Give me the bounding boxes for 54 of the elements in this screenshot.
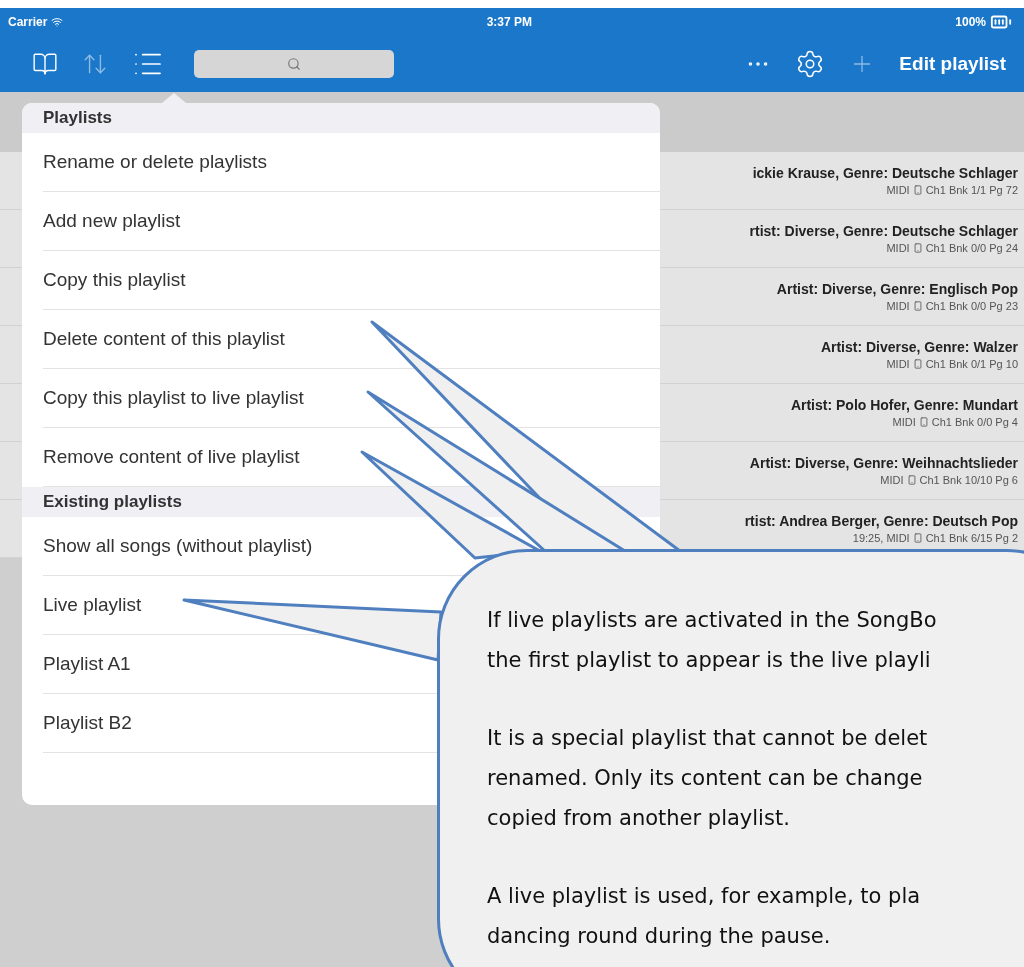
song-midi-label: Ch1 Bnk 0/0 Pg 23: [925, 300, 1018, 312]
song-time-label: MIDI: [886, 358, 910, 370]
song-midi-label: Ch1 Bnk 10/10 Pg 6: [919, 474, 1018, 486]
song-time-label: MIDI: [886, 300, 910, 312]
song-title: Artist: Diverse, Genre: Walzer: [820, 339, 1018, 355]
menu-item[interactable]: Rename or delete playlists: [43, 151, 267, 173]
search-icon: [287, 57, 301, 71]
song-time-label: MIDI: [880, 474, 904, 486]
song-midi-label: Ch1 Bnk 0/1 Pg 10: [925, 358, 1018, 370]
song-title: Artist: Diverse, Genre: Englisch Pop: [776, 281, 1018, 297]
battery-label: 100%: [955, 11, 1012, 33]
device-icon: [912, 533, 923, 543]
song-midi-label: Ch1 Bnk 6/15 Pg 2: [925, 532, 1018, 544]
book-icon[interactable]: [32, 51, 58, 77]
callout-text: copied from another playlist.: [487, 805, 791, 832]
song-time-label: MIDI: [892, 416, 916, 428]
song-midi-label: Ch1 Bnk 1/1 Pg 72: [925, 184, 1018, 196]
device-icon: [912, 301, 923, 311]
song-title: Artist: Polo Hofer, Genre: Mundart: [790, 397, 1018, 413]
menu-item[interactable]: Playlist A1: [43, 653, 131, 675]
carrier-label: Carrier: [8, 15, 64, 29]
device-icon: [918, 417, 929, 427]
callout-text: It is a special playlist that cannot be delet: [487, 725, 929, 752]
callout-text: A live playlist is used, for example, to pla: [487, 883, 922, 910]
device-icon: [906, 475, 917, 485]
menu-item[interactable]: Remove content of live playlist: [43, 446, 300, 468]
song-title: Artist: Diverse, Genre: Weihnachtslieder: [749, 455, 1018, 471]
song-midi-label: Ch1 Bnk 0/0 Pg 4: [931, 416, 1018, 428]
menu-item[interactable]: Live playlist: [43, 594, 142, 616]
wifi-icon: [51, 16, 64, 28]
menu-item[interactable]: Show all songs (without playlist): [43, 535, 313, 557]
song-title: ickie Krause, Genre: Deutsche Schlager: [752, 165, 1018, 181]
menu-item[interactable]: Playlist B2: [43, 712, 132, 734]
search-field[interactable]: [194, 50, 394, 78]
song-title: rtist: Andrea Berger, Genre: Deutsch Pop: [744, 513, 1018, 529]
menu-item[interactable]: Add new playlist: [43, 210, 181, 232]
song-time-label: MIDI: [886, 184, 910, 196]
song-midi-label: Ch1 Bnk 0/0 Pg 24: [925, 242, 1018, 254]
section-header: Playlists: [22, 103, 660, 133]
menu-item[interactable]: Copy this playlist to live playlist: [43, 387, 304, 409]
device-icon: [912, 185, 923, 195]
song-time-label: MIDI: [886, 242, 910, 254]
callout-text: If live playlists are activated in the SongBo: [487, 607, 938, 634]
song-time-label: 19:25, MIDI: [852, 532, 910, 544]
edit-playlist-button[interactable]: Edit playlist: [899, 53, 1006, 75]
device-icon: [912, 359, 923, 369]
menu-item[interactable]: Copy this playlist: [43, 269, 186, 291]
device-icon: [912, 243, 923, 253]
callout-text: renamed. Only its content can be change: [487, 765, 924, 792]
callout-text: dancing round during the pause.: [487, 923, 832, 950]
menu-item[interactable]: Delete content of this playlist: [43, 328, 285, 350]
callout-text: the first playlist to appear is the live playli: [487, 647, 932, 674]
song-title: rtist: Diverse, Genre: Deutsche Schlager: [749, 223, 1018, 239]
clock-label: 3:37 PM: [486, 15, 532, 29]
